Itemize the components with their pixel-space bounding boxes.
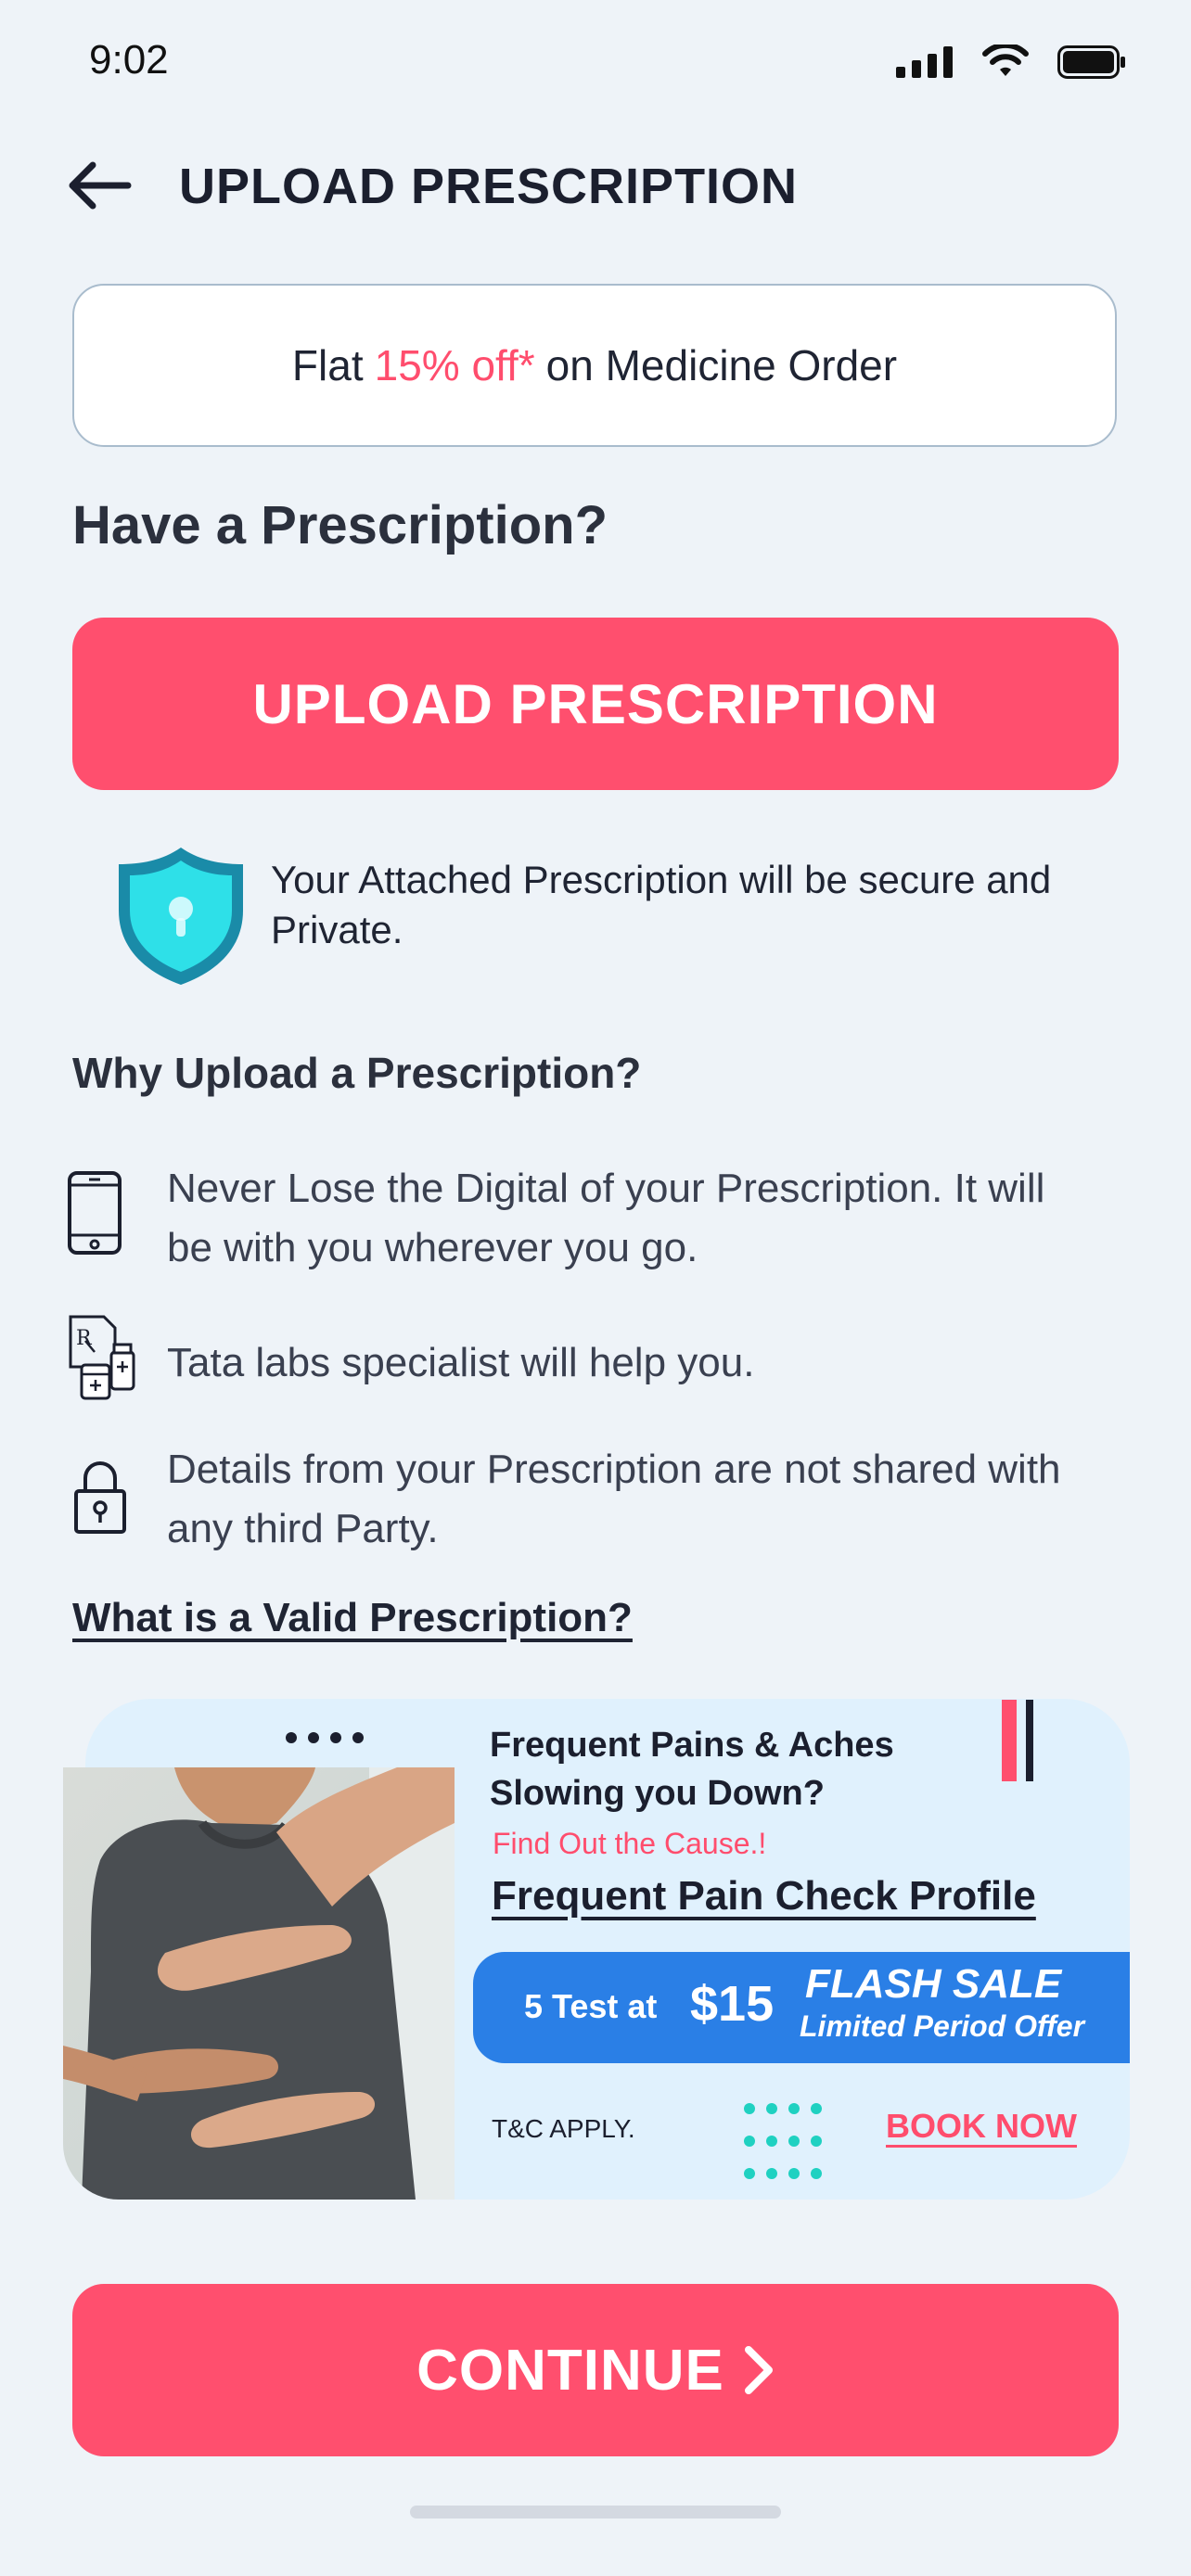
status-time: 9:02 <box>89 37 169 83</box>
promo-profile-link[interactable]: Frequent Pain Check Profile <box>492 1873 1036 1919</box>
signal-icon <box>896 46 953 78</box>
promo-cause: Find Out the Cause.! <box>493 1827 767 1860</box>
teal-dots-decoration <box>742 2099 831 2187</box>
book-now-link[interactable]: BOOK NOW <box>886 2107 1077 2146</box>
terms-text: T&C APPLY. <box>492 2114 635 2143</box>
chevron-right-icon <box>744 2346 773 2394</box>
continue-button[interactable]: CONTINUE <box>72 2284 1119 2456</box>
section-heading: Have a Prescription? <box>72 495 608 555</box>
home-indicator <box>410 2506 781 2519</box>
secure-text: Your Attached Prescription will be secur… <box>271 858 1052 951</box>
prescription-medicine-icon: R <box>67 1313 135 1402</box>
back-button[interactable] <box>65 153 139 218</box>
phone-icon <box>67 1170 132 1259</box>
back-arrow-icon <box>69 161 132 210</box>
dots-decoration <box>284 1730 373 1750</box>
offer-prefix: Flat <box>291 341 364 389</box>
flash-limited-label: Limited Period Offer <box>800 2009 1085 2043</box>
benefit-text: Never Lose the Digital of your Prescript… <box>167 1166 1045 1270</box>
flash-tests: 5 Test at <box>524 1987 658 2025</box>
offer-suffix: on Medicine Order <box>545 341 898 389</box>
offer-banner[interactable]: Flat 15% off* on Medicine Order <box>72 284 1117 447</box>
battery-icon <box>1057 45 1125 79</box>
back-pain-photo <box>63 1767 455 2200</box>
wifi-icon <box>982 45 1029 76</box>
flash-price: $15 <box>690 1976 775 2032</box>
lock-icon <box>72 1456 137 1545</box>
valid-prescription-link[interactable]: What is a Valid Prescription? <box>72 1595 633 1641</box>
page-title: UPLOAD PRESCRIPTION <box>179 159 799 214</box>
upload-prescription-button[interactable]: UPLOAD PRESCRIPTION <box>72 618 1119 790</box>
flash-sale-label: FLASH SALE <box>805 1961 1062 2007</box>
bars-decoration <box>1002 1700 1039 1790</box>
promo-headline: Frequent Pains & Aches Slowing you Down? <box>490 1726 894 1813</box>
benefit-text: Details from your Prescription are not s… <box>167 1447 1061 1551</box>
continue-label: CONTINUE <box>416 2338 724 2403</box>
benefit-text: Tata labs specialist will help you. <box>167 1340 755 1385</box>
status-icons <box>896 45 1126 80</box>
offer-highlight: 15% off* <box>374 341 535 389</box>
why-upload-heading: Why Upload a Prescription? <box>72 1049 642 1097</box>
shield-icon <box>111 844 250 988</box>
